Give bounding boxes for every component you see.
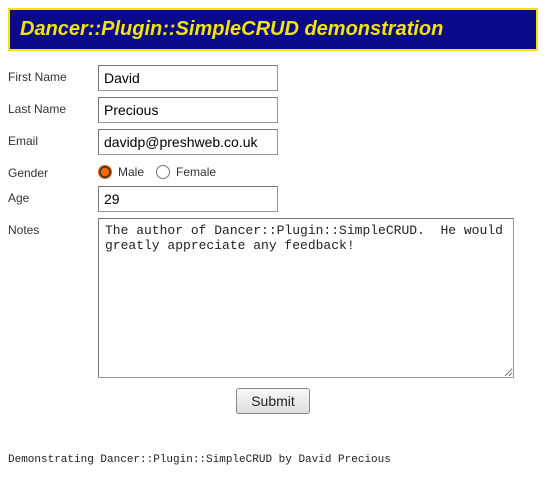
label-first-name: First Name: [8, 65, 98, 84]
row-email: Email: [8, 129, 538, 155]
email-input[interactable]: [98, 129, 278, 155]
title-bar: Dancer::Plugin::SimpleCRUD demonstration: [8, 8, 538, 51]
label-last-name: Last Name: [8, 97, 98, 116]
gender-female-radio[interactable]: [156, 165, 170, 179]
footer-text: Demonstrating Dancer::Plugin::SimpleCRUD…: [8, 454, 538, 466]
notes-textarea[interactable]: The author of Dancer::Plugin::SimpleCRUD…: [98, 218, 514, 378]
last-name-input[interactable]: [98, 97, 278, 123]
row-age: Age: [8, 186, 538, 212]
label-notes: Notes: [8, 218, 98, 237]
gender-male-label: Male: [118, 165, 144, 179]
gender-female-label: Female: [176, 165, 216, 179]
row-last-name: Last Name: [8, 97, 538, 123]
label-email: Email: [8, 129, 98, 148]
label-age: Age: [8, 186, 98, 205]
submit-row: Submit: [8, 388, 538, 414]
submit-button[interactable]: Submit: [236, 388, 310, 414]
gender-male-radio[interactable]: [98, 165, 112, 179]
gender-radio-group: Male Female: [98, 161, 224, 179]
label-gender: Gender: [8, 161, 98, 180]
age-input[interactable]: [98, 186, 278, 212]
form: First Name Last Name Email Gender Male F…: [8, 65, 538, 414]
first-name-input[interactable]: [98, 65, 278, 91]
row-first-name: First Name: [8, 65, 538, 91]
row-notes: Notes The author of Dancer::Plugin::Simp…: [8, 218, 538, 378]
page-title: Dancer::Plugin::SimpleCRUD demonstration: [20, 18, 526, 41]
row-gender: Gender Male Female: [8, 161, 538, 180]
